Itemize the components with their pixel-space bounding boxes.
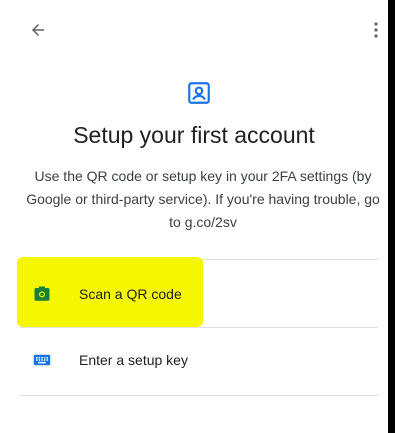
more-vert-icon [374,22,378,38]
camera-icon [34,286,50,301]
top-app-bar [0,12,388,48]
keyboard-icon [33,354,51,366]
account-box-icon [188,82,210,104]
arrow-back-icon [32,24,44,36]
setup-screen: Setup your first account Use the QR code… [0,0,388,433]
back-button[interactable] [26,18,50,42]
more-options-button[interactable] [366,18,386,42]
divider [20,395,378,396]
scan-qr-option[interactable]: Scan a QR code [20,262,378,326]
enter-setup-key-option[interactable]: Enter a setup key [20,328,378,392]
page-title: Setup your first account [73,122,315,148]
scan-qr-label: Scan a QR code [79,286,182,302]
page-description: Use the QR code or setup key in your 2FA… [26,168,380,230]
enter-setup-key-label: Enter a setup key [79,352,188,368]
